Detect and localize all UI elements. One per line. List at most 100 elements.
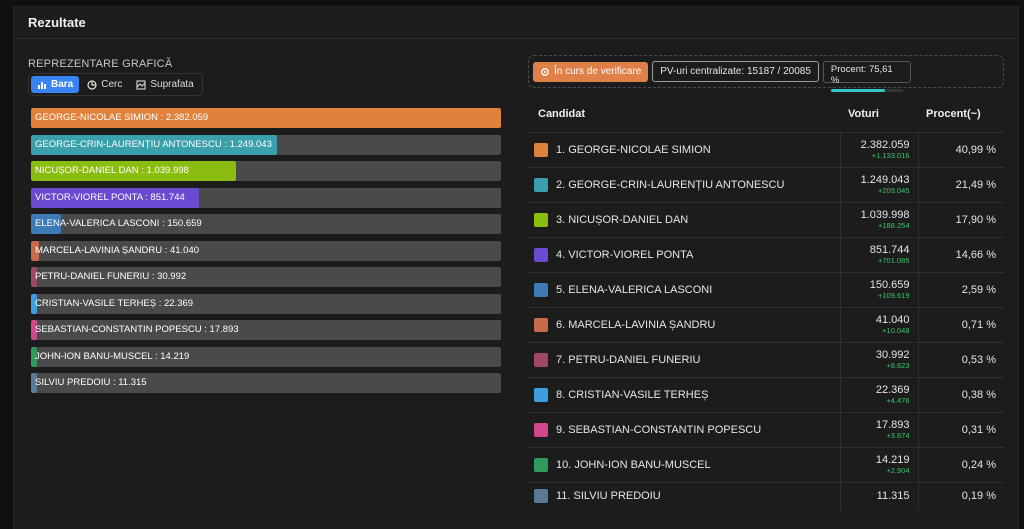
candidate-cell: 8. CRISTIAN-VASILE TERHEȘ — [528, 376, 840, 412]
votes-delta: +188.254 — [878, 221, 910, 230]
chart-section-title: REPREZENTARE GRAFICĂ — [28, 58, 173, 70]
bar-track: PETRU-DANIEL FUNERIU : 30.992 — [31, 267, 501, 287]
chart-type-toggle: Bara Cerc Suprafata — [28, 73, 203, 96]
col-header-voturi: Voturi — [848, 107, 879, 120]
votes-cell: 22.369 +4.476 — [839, 376, 918, 412]
color-swatch — [534, 247, 548, 262]
results-panel: Rezultate REPREZENTARE GRAFICĂ Bara Cerc… — [13, 6, 1019, 529]
percent-cell: 0,24 % — [917, 446, 1004, 482]
candidate-name: 1. GEORGE-NICOLAE SIMION — [556, 143, 711, 156]
candidate-cell: 2. GEORGE-CRIN-LAURENȚIU ANTONESCU — [528, 166, 840, 202]
bar-label: NICUȘOR-DANIEL DAN : 1.039.998 — [35, 165, 189, 176]
votes-value: 1.249.043 — [860, 174, 910, 186]
bar-track: JOHN-ION BANU-MUSCEL : 14.219 — [31, 346, 501, 367]
table-row: 6. MARCELA-LAVINIA ȘANDRU 41.040 +10.048 0,… — [528, 306, 1004, 342]
votes-value: 17.893 — [875, 419, 910, 431]
color-swatch — [534, 177, 548, 192]
bar-track: GEORGE-NICOLAE SIMION : 2.382.059 — [31, 108, 501, 128]
pv-centralized-badge: PV-uri centralizate: 15187 / 20085 — [652, 61, 819, 82]
chart-type-area-label: Suprafata — [150, 79, 194, 90]
results-table: Candidat Voturi Procent(~) 1. GEORGE-NIC… — [528, 96, 1004, 510]
table-row: 7. PETRU-DANIEL FUNERIU 30.992 +8.623 0,53 … — [528, 341, 1004, 377]
votes-cell: 14.219 +2.904 — [839, 446, 918, 482]
color-swatch — [534, 457, 548, 472]
bar-label: JOHN-ION BANU-MUSCEL : 14.219 — [35, 350, 190, 362]
votes-value: 2.382.059 — [860, 139, 910, 151]
bar-label: GEORGE-NICOLAE SIMION : 2.382.059 — [35, 112, 209, 123]
bar-track: CRISTIAN-VASILE TERHEȘ : 22.369 — [31, 293, 501, 314]
votes-value: 14.219 — [875, 454, 910, 466]
percent-cell: 17,90 % — [917, 201, 1004, 237]
votes-cell: 1.249.043 +209.045 — [839, 166, 918, 202]
candidate-cell: 6. MARCELA-LAVINIA ȘANDRU — [528, 306, 840, 342]
votes-delta: +2.904 — [886, 466, 910, 475]
votes-delta: +4.476 — [886, 396, 910, 405]
bar-label: SEBASTIAN-CONSTANTIN POPESCU : 17.893 — [35, 324, 239, 335]
votes-value: 1.039.998 — [860, 209, 910, 221]
pie-chart-icon — [87, 79, 97, 90]
votes-cell: 2.382.059 +1.133.016 — [839, 131, 918, 167]
bar-label: MARCELA-LAVINIA ȘANDRU : 41.040 — [35, 244, 200, 256]
color-swatch — [534, 489, 548, 504]
percent-cell: 21,49 % — [917, 166, 1004, 202]
percent-cell: 0,53 % — [917, 341, 1004, 377]
candidate-cell: 3. NICUȘOR-DANIEL DAN — [528, 201, 840, 237]
color-swatch — [534, 282, 548, 297]
candidate-name: 6. MARCELA-LAVINIA ȘANDRU — [556, 318, 716, 331]
bar-track: SILVIU PREDOIU : 11.315 — [31, 373, 501, 393]
votes-delta: +701.085 — [878, 256, 910, 265]
votes-value: 851.744 — [869, 244, 910, 256]
bar-track: GEORGE-CRIN-LAURENȚIU ANTONESCU : 1.249.… — [31, 134, 501, 155]
chart-type-area-button[interactable]: Suprafata — [130, 76, 199, 93]
table-row: 5. ELENA-VALERICA LASCONI 150.659 +109.619… — [528, 271, 1004, 307]
bar-track: ELENA-VALERICA LASCONI : 150.659 — [31, 214, 501, 234]
candidate-name: 9. SEBASTIAN-CONSTANTIN POPESCU — [556, 423, 762, 436]
bar-label: ELENA-VALERICA LASCONI : 150.659 — [35, 218, 202, 229]
table-row: 11. SILVIU PREDOIU 11.315 0,19 % — [528, 481, 1004, 510]
percent-cell: 0,38 % — [917, 376, 1004, 412]
votes-value: 30.992 — [875, 349, 910, 361]
bar-track: SEBASTIAN-CONSTANTIN POPESCU : 17.893 — [31, 320, 501, 340]
bar-track: NICUȘOR-DANIEL DAN : 1.039.998 — [31, 161, 501, 181]
percent-cell: 2,59 % — [917, 271, 1004, 307]
votes-cell: 11.315 — [839, 481, 918, 510]
chart-type-pie-button[interactable]: Cerc — [81, 76, 128, 93]
bar-track: VICTOR-VIOREL PONTA : 851.744 — [31, 187, 501, 208]
verification-status-badge: În curs de verificare — [533, 61, 649, 82]
status-bar: În curs de verificare PV-uri centralizat… — [528, 55, 1004, 92]
chart-section: REPREZENTARE GRAFICĂ Bara Cerc Suprafata… — [28, 56, 504, 400]
candidate-cell: 1. GEORGE-NICOLAE SIMION — [528, 131, 840, 167]
color-swatch — [534, 317, 548, 332]
table-row: 9. SEBASTIAN-CONSTANTIN POPESCU 17.893 +3.… — [528, 411, 1004, 447]
bar-label: SILVIU PREDOIU : 11.315 — [35, 377, 147, 388]
candidate-cell: 11. SILVIU PREDOIU — [528, 481, 840, 510]
bar-track: MARCELA-LAVINIA ȘANDRU : 41.040 — [31, 240, 501, 261]
procent-progress-track — [830, 88, 903, 92]
verification-status-label: În curs de verificare — [554, 66, 642, 77]
col-header-procent: Procent(~) — [926, 107, 981, 120]
votes-cell: 17.893 +3.674 — [839, 411, 918, 447]
votes-value: 41.040 — [875, 314, 910, 326]
chart-type-bar-button[interactable]: Bara — [31, 76, 80, 93]
candidate-cell: 5. ELENA-VALERICA LASCONI — [528, 271, 840, 307]
percent-cell: 40,99 % — [917, 131, 1004, 167]
bar-label: VICTOR-VIOREL PONTA : 851.744 — [35, 191, 185, 203]
color-swatch — [534, 387, 548, 402]
candidate-cell: 4. VICTOR-VIOREL PONTA — [528, 236, 840, 272]
percent-cell: 0,31 % — [917, 411, 1004, 447]
votes-delta: +1.133.016 — [871, 151, 910, 160]
candidate-name: 7. PETRU-DANIEL FUNERIU — [556, 353, 701, 366]
chart-type-bar-label: Bara — [51, 79, 74, 90]
votes-cell: 30.992 +8.623 — [839, 341, 918, 377]
votes-delta: +3.674 — [886, 431, 910, 440]
candidate-name: 2. GEORGE-CRIN-LAURENȚIU ANTONESCU — [556, 178, 785, 191]
percent-cell: 14,66 % — [917, 236, 1004, 272]
table-row: 2. GEORGE-CRIN-LAURENȚIU ANTONESCU 1.249.… — [528, 166, 1004, 202]
area-chart-icon — [136, 79, 146, 90]
chart-type-pie-label: Cerc — [101, 79, 123, 90]
procent-badge: Procent: 75,61 % — [822, 60, 911, 92]
percent-cell: 0,71 % — [917, 306, 1004, 342]
bar-label: CRISTIAN-VASILE TERHEȘ : 22.369 — [35, 297, 194, 309]
candidate-cell: 9. SEBASTIAN-CONSTANTIN POPESCU — [528, 411, 840, 447]
candidate-name: 3. NICUȘOR-DANIEL DAN — [556, 213, 689, 226]
